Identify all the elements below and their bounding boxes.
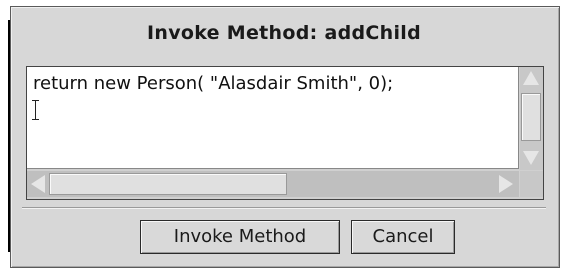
dialog-title: Invoke Method: addChild	[147, 22, 421, 44]
scroll-left-arrow-icon[interactable]	[31, 175, 45, 193]
button-separator	[22, 207, 546, 209]
scroll-right-arrow-icon[interactable]	[499, 175, 513, 193]
code-input[interactable]: return new Person( "Alasdair Smith", 0);	[27, 67, 519, 169]
ibeam-cursor-icon	[32, 100, 39, 120]
scroll-up-arrow-icon[interactable]	[523, 71, 539, 85]
horizontal-scrollbar[interactable]	[27, 171, 519, 197]
vertical-scroll-thumb[interactable]	[521, 93, 541, 141]
invoke-method-button[interactable]: Invoke Method	[140, 220, 340, 254]
code-editor: return new Person( "Alasdair Smith", 0);	[26, 66, 544, 200]
scrollbar-corner	[520, 171, 543, 197]
cancel-button[interactable]: Cancel	[351, 220, 455, 254]
vertical-scrollbar[interactable]	[520, 67, 543, 170]
horizontal-scroll-thumb[interactable]	[49, 173, 287, 195]
scroll-down-arrow-icon[interactable]	[523, 151, 539, 165]
